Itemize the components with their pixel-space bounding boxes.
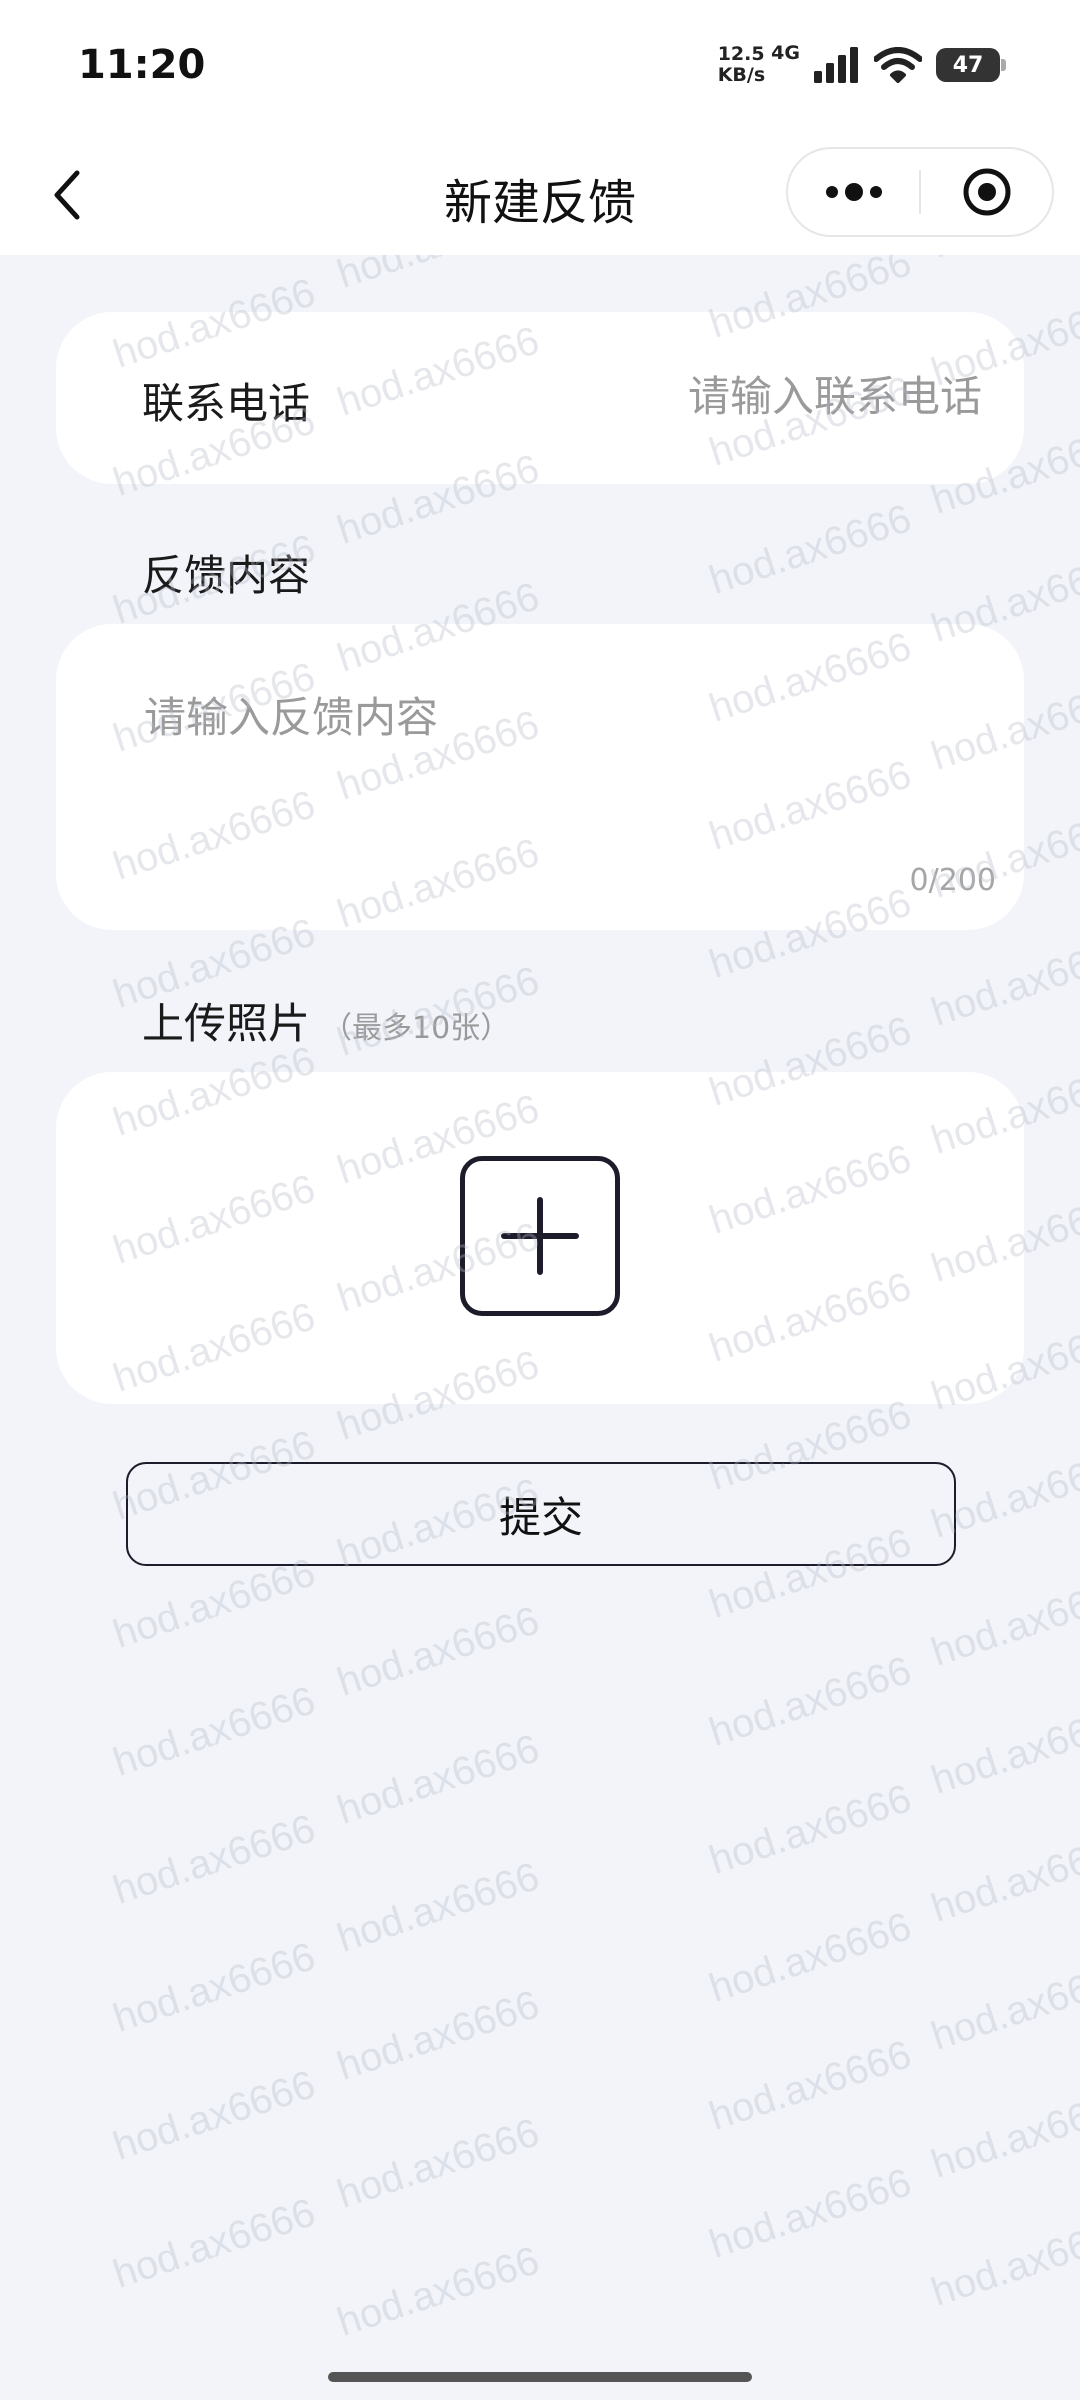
watermark-text: hod.ax6666 (108, 1934, 321, 2041)
watermark-text: hod.ax6666 (704, 2160, 917, 2267)
battery-level: 47 (952, 52, 984, 78)
watermark-text: hod.ax6666 (332, 2238, 545, 2345)
phone-input[interactable] (560, 360, 984, 432)
upload-photos-title: 上传照片 (142, 999, 311, 1048)
navigation-bar: 新建反馈 (0, 135, 1080, 255)
network-speed: 12.5 KB/s (718, 44, 765, 86)
upload-photos-label: 上传照片 （最多10张） (142, 990, 510, 1051)
watermark-text: hod.ax6666 (332, 1854, 545, 1961)
watermark-text: hod.ax6666 (108, 1678, 321, 1785)
feedback-content-input[interactable] (142, 682, 966, 856)
watermark-text: hod.ax6666 (926, 1568, 1080, 1675)
close-mini-program-button[interactable] (921, 149, 1052, 235)
watermark-text: hod.ax6666 (704, 1904, 917, 2011)
status-bar: 11:20 12.5 KB/s 4G 47 (0, 0, 1080, 135)
watermark-text: hod.ax6666 (704, 496, 917, 603)
feedback-content-card: 0/200 (56, 624, 1024, 930)
photo-upload-card (56, 1072, 1024, 1404)
network-speed-value: 12.5 (717, 43, 765, 65)
submit-button[interactable]: 提交 (126, 1462, 956, 1566)
watermark-text: hod.ax6666 (926, 1696, 1080, 1803)
watermark-text: hod.ax6666 (926, 928, 1080, 1035)
watermark-text: hod.ax6666 (108, 2062, 321, 2169)
target-icon (963, 168, 1010, 216)
mini-program-capsule (786, 147, 1054, 237)
watermark-text: hod.ax6666 (332, 255, 545, 298)
watermark-text: hod.ax6666 (332, 1598, 545, 1705)
status-indicators: 12.5 KB/s 4G 47 (718, 40, 1006, 90)
network-type: 4G (771, 42, 800, 64)
home-indicator (328, 2372, 752, 2382)
watermark-text: hod.ax6666 (108, 1550, 321, 1657)
plus-icon (501, 1197, 579, 1275)
more-dots-icon (825, 183, 882, 201)
watermark-text: hod.ax6666 (926, 2208, 1080, 2315)
upload-photos-hint: （最多10张） (322, 1011, 511, 1046)
watermark-text: hod.ax6666 (332, 2110, 545, 2217)
watermark-text: hod.ax6666 (926, 1952, 1080, 2059)
watermark-text: hod.ax6666 (704, 1648, 917, 1755)
network-speed-unit: KB/s (717, 64, 766, 86)
add-photo-button[interactable] (460, 1156, 620, 1316)
watermark-text: hod.ax6666 (926, 2080, 1080, 2187)
watermark-text: hod.ax6666 (704, 2032, 917, 2139)
signal-icon (814, 47, 858, 83)
battery-icon: 47 (936, 48, 1006, 82)
wifi-icon (874, 47, 922, 83)
watermark-text: hod.ax6666 (108, 2190, 321, 2297)
feedback-content-label: 反馈内容 (142, 551, 311, 600)
watermark-text: hod.ax6666 (332, 1726, 545, 1833)
watermark-text: hod.ax6666 (704, 1776, 917, 1883)
watermark-text: hod.ax6666 (332, 1982, 545, 2089)
more-button[interactable] (788, 149, 919, 235)
phone-label: 联系电话 (142, 379, 311, 428)
phone-card: 联系电话 (56, 312, 1024, 484)
watermark-text: hod.ax6666 (926, 255, 1080, 268)
status-time: 11:20 (78, 42, 206, 88)
watermark-text: hod.ax6666 (926, 1824, 1080, 1931)
watermark-text: hod.ax6666 (108, 1806, 321, 1913)
char-counter: 0/200 (909, 863, 996, 898)
